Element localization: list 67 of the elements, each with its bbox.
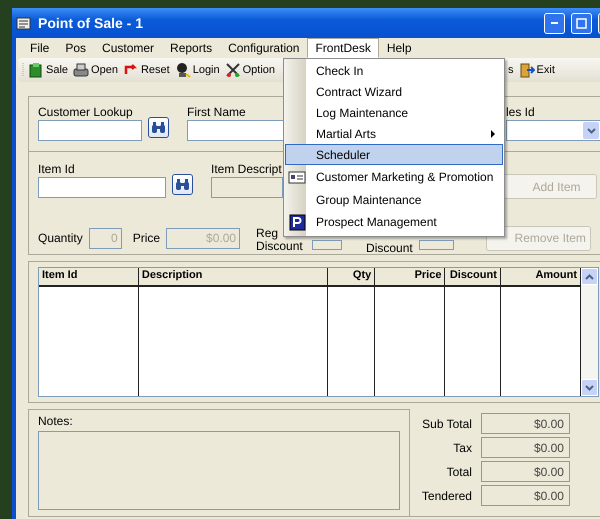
- total-label: Tendered: [420, 488, 472, 502]
- minimize-icon: [551, 22, 558, 24]
- menu-item[interactable]: Pos: [57, 38, 94, 58]
- card-icon: [288, 170, 306, 184]
- total-label: Total: [446, 464, 472, 478]
- search-button[interactable]: [172, 174, 193, 195]
- total-label: Sub Total: [421, 416, 472, 430]
- binoculars-icon: [175, 178, 190, 191]
- total-field: $0.00: [480, 413, 570, 434]
- field-label: Customer Lookup: [38, 105, 134, 119]
- input-field[interactable]: [187, 120, 284, 141]
- toolbar-button[interactable]: Exit: [516, 61, 557, 79]
- input-field[interactable]: [38, 120, 142, 141]
- notes-label: Notes:: [38, 414, 74, 428]
- field-label: First Name: [187, 105, 247, 119]
- person-key-icon: [174, 62, 191, 78]
- menu-item[interactable]: Help: [378, 38, 420, 58]
- window-title: Point of Sale - 1: [38, 15, 144, 31]
- minimize-button[interactable]: [544, 12, 565, 34]
- toolbar-button[interactable]: Reset: [120, 61, 172, 79]
- letter-badge-icon: [288, 214, 306, 230]
- field-label: Discount: [366, 241, 413, 255]
- maximize-button[interactable]: [571, 12, 592, 34]
- column-header[interactable]: Price: [375, 268, 444, 287]
- total-label: Tax: [452, 440, 472, 454]
- notes-field[interactable]: [38, 431, 400, 510]
- column-header[interactable]: Qty: [328, 268, 374, 287]
- column-header[interactable]: Amount: [500, 268, 580, 287]
- menu-item[interactable]: FrontDesk: [307, 38, 379, 58]
- menu-item[interactable]: Customer: [94, 38, 162, 58]
- field-label: Quantity: [38, 231, 83, 245]
- toolbar-button[interactable]: Option: [222, 61, 278, 79]
- search-button[interactable]: [148, 117, 169, 138]
- discount-field[interactable]: [312, 240, 342, 250]
- menu-item[interactable]: Log Maintenance: [285, 102, 503, 123]
- toolbar-button[interactable]: Open: [71, 61, 120, 79]
- menu-item[interactable]: Check In: [285, 60, 503, 81]
- maximize-icon: [576, 18, 587, 28]
- total-field: $0.00: [480, 461, 570, 482]
- input-field[interactable]: [211, 177, 283, 198]
- toolbar-button[interactable]: s: [506, 63, 516, 77]
- dropdown-field[interactable]: [506, 120, 600, 141]
- total-field: $0.00: [480, 485, 570, 506]
- scroll-up-button[interactable]: [580, 268, 598, 285]
- menu-item[interactable]: Reports: [162, 38, 220, 58]
- input-field[interactable]: [38, 177, 166, 198]
- door-arrow-icon: [518, 62, 535, 78]
- column-header[interactable]: Item Id: [39, 268, 138, 287]
- field-label: Item Id: [38, 162, 76, 176]
- menu-item[interactable]: Configuration: [220, 38, 308, 58]
- submenu-arrow-icon: [491, 130, 496, 138]
- total-field: $0.00: [480, 437, 570, 458]
- menu-item[interactable]: File: [22, 38, 58, 58]
- field-label: Item Descript: [211, 162, 283, 176]
- toolbar-button[interactable]: Login: [172, 61, 222, 79]
- field-label: les Id: [506, 105, 536, 119]
- toolbar-grip-icon: [22, 61, 25, 79]
- column-header[interactable]: Description: [138, 268, 327, 287]
- scroll-down-button[interactable]: [580, 379, 598, 396]
- menu-item[interactable]: Martial Arts: [285, 123, 503, 144]
- discount-field[interactable]: [418, 240, 454, 250]
- column-header[interactable]: Discount: [445, 268, 500, 287]
- binoculars-icon: [151, 121, 166, 134]
- field-label: Price: [132, 231, 160, 245]
- menu-item[interactable]: Contract Wizard: [285, 81, 503, 102]
- toolbar-button[interactable]: Sale: [26, 61, 70, 79]
- menu-item[interactable]: Scheduler: [285, 144, 503, 165]
